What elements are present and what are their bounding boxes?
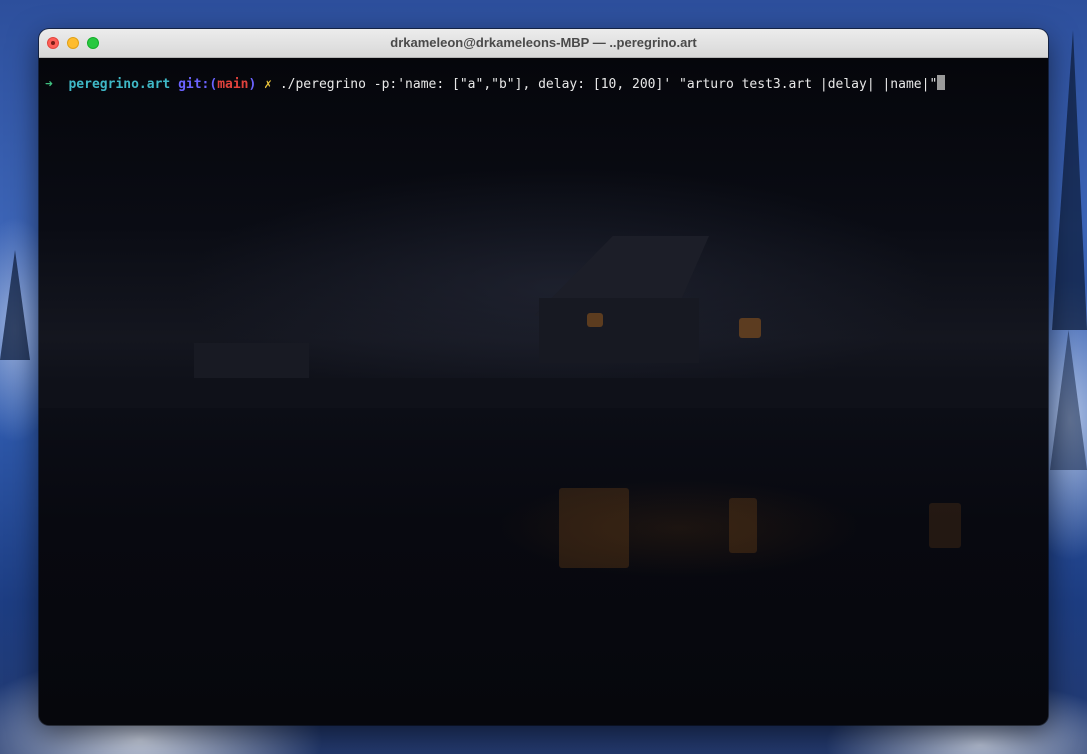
background-reflection-3	[929, 503, 961, 548]
git-branch: main	[217, 77, 249, 92]
window-titlebar[interactable]: drkameleon@drkameleons-MBP — ..peregrino…	[39, 29, 1048, 58]
git-suffix: )	[248, 77, 257, 92]
background-reflection-2	[729, 498, 757, 553]
background-cabin-body	[539, 298, 699, 363]
desktop-tree-right-2	[1050, 330, 1087, 470]
background-light-1	[587, 313, 603, 327]
git-dirty-icon: ✗	[264, 77, 272, 92]
command-line[interactable]: ➜ peregrino.art git:(main) ✗ ./peregrino…	[45, 75, 946, 94]
terminal-window[interactable]: drkameleon@drkameleons-MBP — ..peregrino…	[39, 29, 1048, 725]
background-light-2	[739, 318, 761, 338]
desktop-tree-left	[0, 250, 30, 360]
background-reflection-1	[559, 488, 629, 568]
window-title: drkameleon@drkameleons-MBP — ..peregrino…	[390, 35, 697, 50]
terminal-content[interactable]: ➜ peregrino.art git:(main) ✗ ./peregrino…	[39, 58, 1048, 725]
command-text[interactable]: ./peregrino -p:'name: ["a","b"], delay: …	[280, 77, 937, 92]
text-cursor	[937, 75, 946, 90]
desktop-tree-right	[1052, 30, 1087, 330]
background-shore	[39, 378, 1048, 408]
prompt-directory: peregrino.art	[68, 77, 171, 92]
prompt-arrow-icon: ➜	[45, 77, 53, 92]
git-prefix: git:(	[178, 77, 218, 92]
